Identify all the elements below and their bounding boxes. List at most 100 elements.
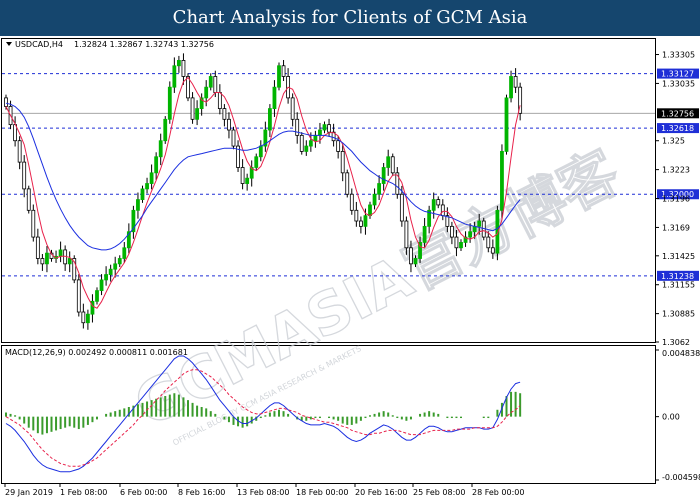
candle-body [413,258,418,265]
candle-body [258,145,263,158]
candle-body [117,258,122,265]
candle-body [454,236,459,249]
candle-body [104,274,108,281]
candle-body [4,97,8,107]
level-label: 1.31238 [661,272,694,281]
candle-body [304,145,309,152]
candle-body [468,231,473,238]
candle-body [513,76,518,88]
price-tick-label: 1.30885 [662,310,695,319]
candle-body [327,124,331,133]
candle-body [345,172,350,195]
candle-body [409,247,413,265]
candle-body [208,76,213,88]
candle-body [377,183,382,195]
candle-body [195,108,200,120]
candle-body [163,118,168,142]
time-axis: 29 Jan 2019 1 Feb 08:00 6 Feb 00:00 8 Feb 1… [4,483,524,497]
candle-body [313,134,318,142]
candle-body [108,268,113,275]
candle-body [459,242,463,249]
price-tick-label: 1.3196 [662,195,690,204]
candle-body [136,199,140,211]
candle-body [58,249,63,257]
price-tick-label: 1.33035 [662,79,695,88]
candle-body [40,258,45,265]
candle-body [422,225,427,243]
candle-body [67,258,72,265]
candle-body [358,220,363,227]
candle-body [386,156,391,168]
candle-body [45,252,49,265]
candle-body [299,134,304,152]
candle-body [340,151,345,174]
candle-body [368,204,372,217]
time-tick-label: 8 Feb 16:00 [178,488,225,497]
candle-body [509,76,513,99]
time-tick-label: 20 Feb 16:00 [355,488,407,497]
price-chart: GCMASIA官方博客 OFFICIAL BLOG BY GCM ASIA RE… [1,38,700,497]
candle-body [295,118,300,136]
candle-body [281,65,286,77]
candle-body [267,108,272,131]
macd-tick-label: 0.00 [662,413,680,422]
candle-body [472,225,477,233]
candle-body [349,193,354,211]
time-tick-label: 29 Jan 2019 [5,488,53,497]
candle-body [17,140,22,163]
macd-tick-label: -0.004598 [662,473,700,482]
candle-body [158,140,163,158]
price-tick-label: 1.33305 [662,51,695,60]
price-tick-label: 1.31425 [662,252,695,261]
candle-body [217,92,222,109]
current-price-label: 1.32756 [661,109,694,118]
candle-body [113,263,118,270]
candle-body [140,188,145,201]
level-label: 1.33127 [661,70,694,79]
candle-body [26,188,31,211]
candle-body [81,311,86,324]
candle-body [363,215,368,227]
symbol-label: USDCAD,H4 [15,40,63,49]
candle-body [404,220,409,249]
candle-body [322,124,327,131]
candle-body [277,65,281,88]
candle-body [222,108,227,120]
price-tick-label: 1.325 [662,137,685,146]
candle-body [122,247,127,259]
candle-body [22,161,27,190]
candle-body [227,118,231,131]
candle-body [190,97,195,120]
candle-body [167,86,172,120]
candle-body [76,279,81,313]
candle-body [504,97,509,152]
time-tick-label: 18 Feb 00:00 [296,488,348,497]
candle-body [176,60,181,67]
candle-body [318,129,322,136]
price-tick-label: 1.3062 [662,338,690,347]
macd-label: MACD(12,26,9) 0.002492 0.000811 0.001681 [5,348,188,357]
candle-body [290,97,295,120]
level-label: 1.32618 [661,124,694,133]
time-tick-label: 28 Feb 00:00 [472,488,524,497]
candle-body [372,193,377,206]
price-tick-label: 1.31155 [662,281,695,290]
candle-body [272,86,277,109]
time-tick-label: 13 Feb 08:00 [237,488,289,497]
candle-body [95,290,99,302]
time-tick-label: 1 Feb 08:00 [60,488,107,497]
candle-body [354,209,359,222]
candle-body [254,156,259,168]
candle-body [204,86,209,99]
candle-body [399,193,404,222]
candle-body [486,236,491,249]
candle-body [86,313,90,324]
candle-body [181,60,186,77]
candle-body [231,129,236,147]
price-tick-label: 1.3223 [662,166,690,175]
time-tick-label: 25 Feb 08:00 [413,488,465,497]
candle-body [99,279,104,292]
candle-body [436,199,441,206]
candle-body [500,151,504,211]
candle-body [245,177,250,184]
